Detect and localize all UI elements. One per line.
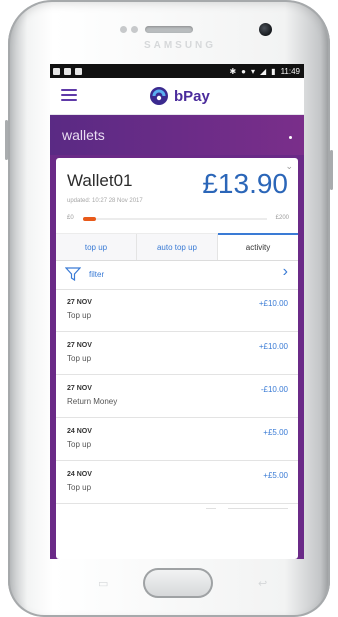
activity-date: 24 NOV [67,428,92,435]
notification-icons [50,67,82,75]
activity-row[interactable]: 24 NOV Top up +£5.00 [56,418,298,461]
signal-icon: ◢ [260,66,267,76]
activity-row[interactable]: 24 NOV Top up +£5.00 [56,461,298,504]
tab-top-up[interactable]: top up [56,234,137,260]
progress-fill [83,217,96,221]
mail-icon [64,67,71,75]
balance-progress: £0 £200 [67,215,289,225]
app-header: bPay [50,78,304,115]
activity-date: 27 NOV [67,342,92,349]
recent-apps-key[interactable]: ▭ [98,577,108,590]
activity-description: Return Money [67,397,118,406]
gallery-icon [75,67,82,75]
bluetooth-icon: ✱ [229,66,237,76]
wallets-header: wallets [50,115,304,155]
volume-button [5,120,8,160]
status-bar: ✱ ● ▾ ◢ ▮ 11:49 [50,64,304,78]
app-logo: bPay [149,86,210,106]
progress-min: £0 [67,215,74,221]
bpay-logo-icon [150,87,168,105]
logo-text: bPay [174,87,210,105]
phone-screen: ✱ ● ▾ ◢ ▮ 11:49 bPay wallets ⌄ Wallet01 … [50,64,304,559]
battery-icon: ▮ [271,66,276,76]
tab-auto-top-up[interactable]: auto top up [137,234,218,260]
filter-icon [65,267,81,281]
activity-amount: +£10.00 [258,342,288,351]
partial-list-item [56,504,298,512]
filter-label: filter [89,270,105,279]
sync-icon: ● [241,66,246,76]
activity-description: Top up [67,483,92,492]
activity-amount: +£5.00 [263,428,288,437]
wallet-tabs: top up auto top up activity [56,233,298,261]
tab-activity[interactable]: activity [218,233,298,260]
activity-row[interactable]: 27 NOV Top up +£10.00 [56,289,298,332]
wallet-balance: £13.90 [202,168,288,199]
phone-device: SAMSUNG ✱ ● ▾ ◢ ▮ 11:49 bPay wallets ⌄ W… [5,0,333,617]
activity-row[interactable]: 27 NOV Return Money -£10.00 [56,375,298,418]
back-key[interactable]: ↩ [258,577,267,590]
progress-track [83,217,267,221]
activity-date: 27 NOV [67,385,92,392]
activity-date: 27 NOV [67,299,92,306]
wallet-name: Wallet01 [67,171,133,190]
front-camera [259,23,272,36]
earpiece-speaker [145,26,193,33]
activity-amount: +£10.00 [258,299,288,308]
activity-description: Top up [67,440,92,449]
activity-list: 27 NOV Top up +£10.00 27 NOV Top up +£10… [56,289,298,512]
wallets-title: wallets [62,127,105,143]
proximity-sensor [120,26,127,33]
activity-amount: -£10.00 [260,385,288,394]
chevron-right-icon[interactable]: › [283,263,288,281]
notification-icon [53,67,60,75]
power-button [330,150,333,190]
wallet-updated: updated: 10:27 28 Nov 2017 [67,198,143,204]
activity-description: Top up [67,311,92,320]
progress-max: £200 [275,215,289,221]
light-sensor [131,26,138,33]
system-icons: ✱ ● ▾ ◢ ▮ 11:49 [229,67,304,76]
home-button[interactable] [143,568,213,598]
device-brand: SAMSUNG [143,40,217,51]
wallets-menu-dot[interactable] [289,136,292,139]
activity-amount: +£5.00 [263,471,288,480]
activity-date: 24 NOV [67,471,92,478]
hamburger-icon[interactable] [61,89,77,102]
activity-row[interactable]: 27 NOV Top up +£10.00 [56,332,298,375]
status-time: 11:49 [280,66,300,76]
wallet-card: ⌄ Wallet01 £13.90 updated: 10:27 28 Nov … [56,158,298,559]
wifi-icon: ▾ [250,66,255,76]
filter-row[interactable]: filter › [56,259,298,290]
activity-description: Top up [67,354,92,363]
